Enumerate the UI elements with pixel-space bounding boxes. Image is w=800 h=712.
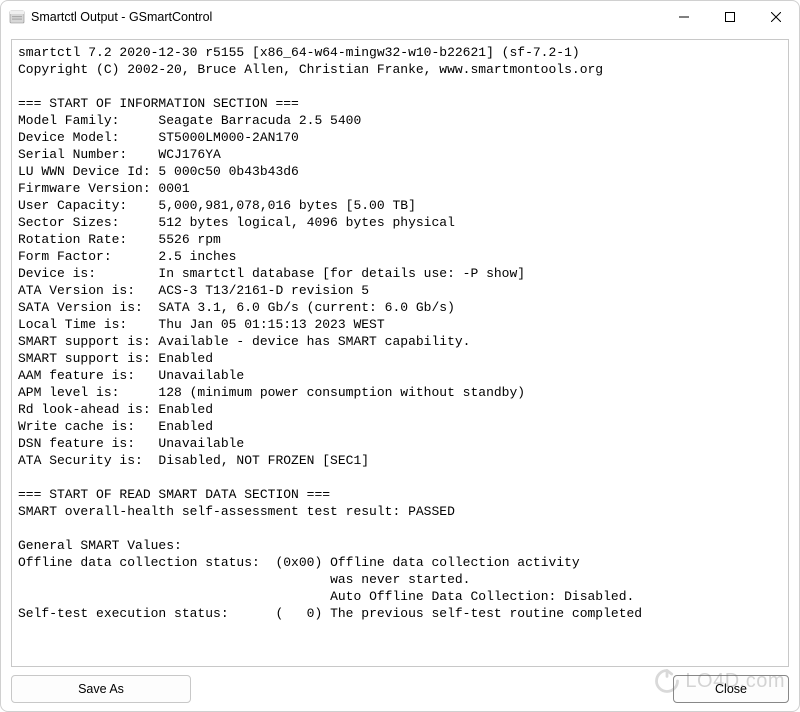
app-icon <box>9 9 25 25</box>
close-button[interactable]: Close <box>673 675 789 703</box>
content-area: smartctl 7.2 2020-12-30 r5155 [x86_64-w6… <box>1 33 799 711</box>
maximize-button[interactable] <box>707 1 753 33</box>
minimize-button[interactable] <box>661 1 707 33</box>
close-window-button[interactable] <box>753 1 799 33</box>
window-title: Smartctl Output - GSmartControl <box>31 10 212 24</box>
smartctl-output-box[interactable]: smartctl 7.2 2020-12-30 r5155 [x86_64-w6… <box>11 39 789 667</box>
spacer <box>199 675 665 703</box>
window-controls <box>661 1 799 33</box>
smartctl-output-text: smartctl 7.2 2020-12-30 r5155 [x86_64-w6… <box>18 44 782 622</box>
save-as-button[interactable]: Save As <box>11 675 191 703</box>
app-window: Smartctl Output - GSmartControl smartctl… <box>0 0 800 712</box>
titlebar[interactable]: Smartctl Output - GSmartControl <box>1 1 799 33</box>
button-row: Save As Close <box>11 667 789 703</box>
